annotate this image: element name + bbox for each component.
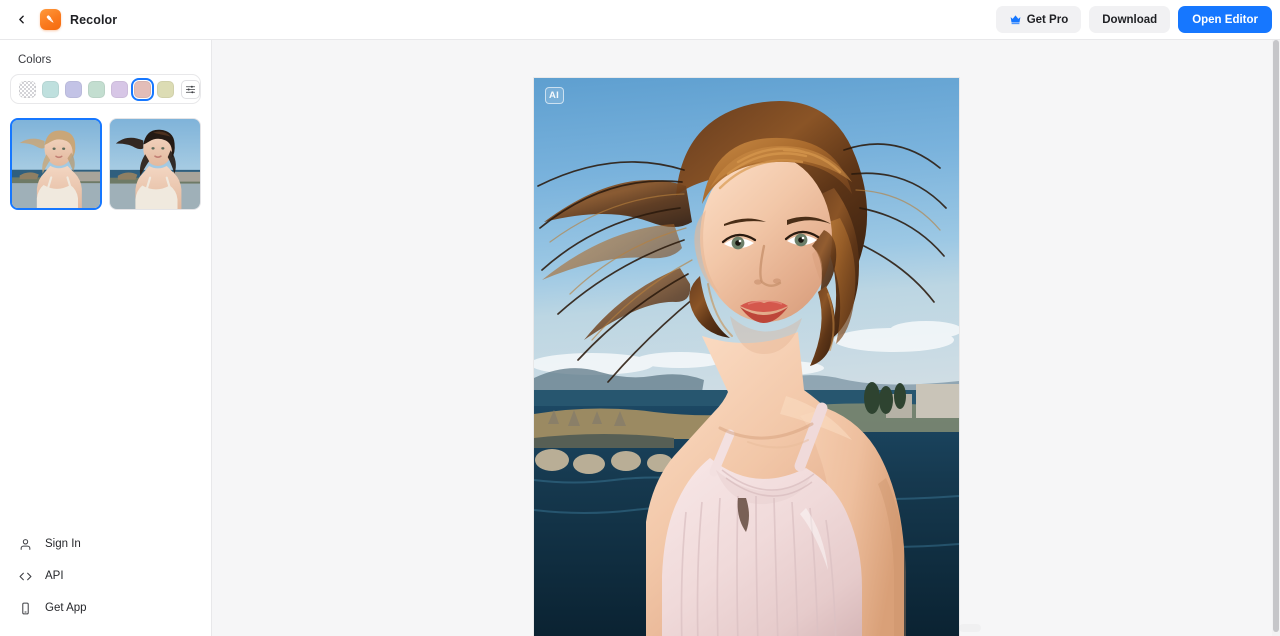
app-logo xyxy=(40,9,61,30)
colors-section-label: Colors xyxy=(18,54,52,66)
sidebar-item-label-api: API xyxy=(45,570,64,582)
crown-icon xyxy=(1010,15,1021,25)
thumbnail-image-dark xyxy=(110,119,200,209)
paint-brush-icon xyxy=(46,15,54,23)
thumbnail-variant-dark[interactable] xyxy=(109,118,201,210)
swatch-transparent[interactable] xyxy=(19,80,36,98)
variant-thumbnails xyxy=(0,104,211,210)
sidebar-item-api[interactable]: API xyxy=(0,560,211,592)
open-editor-label: Open Editor xyxy=(1192,13,1258,26)
swatch-pastel-teal[interactable] xyxy=(42,80,59,98)
color-swatch-bar xyxy=(10,74,201,104)
sidebar-footer: Sign In API Get App xyxy=(0,528,211,636)
get-pro-label: Get Pro xyxy=(1026,13,1069,26)
sidebar-item-label-get-app: Get App xyxy=(45,602,87,614)
header-actions: Get Pro Download Open Editor xyxy=(995,6,1272,33)
swatch-pastel-lilac[interactable] xyxy=(111,80,128,98)
chevron-left-icon xyxy=(18,15,24,24)
more-colors-button[interactable] xyxy=(181,79,200,99)
swatch-pastel-periwinkle[interactable] xyxy=(65,80,82,98)
user-icon xyxy=(18,538,32,551)
swatch-pastel-rose[interactable] xyxy=(130,77,155,101)
code-icon xyxy=(18,570,32,583)
portrait-illustration xyxy=(533,78,959,636)
app-body: Colors Sign In API Get App AI xyxy=(0,40,1280,636)
sidebar-item-get-app[interactable]: Get App xyxy=(0,592,211,624)
recolor-app: Recolor Get Pro Download Open Editor Col… xyxy=(0,0,1280,636)
swatch-pastel-khaki[interactable] xyxy=(157,80,174,98)
page-scrollbar-track[interactable] xyxy=(1272,40,1280,636)
download-label: Download xyxy=(1102,13,1158,26)
get-pro-button[interactable]: Get Pro xyxy=(995,6,1082,33)
thumbnail-image-blonde xyxy=(12,120,100,208)
mobile-icon xyxy=(18,602,32,615)
ai-badge: AI xyxy=(544,87,564,104)
thumbnail-variant-blonde[interactable] xyxy=(10,118,102,210)
app-header: Recolor Get Pro Download Open Editor xyxy=(0,0,1280,40)
brand: Recolor xyxy=(40,9,117,30)
page-scrollbar-thumb[interactable] xyxy=(1273,40,1279,632)
open-editor-button[interactable]: Open Editor xyxy=(1178,6,1272,33)
download-button[interactable]: Download xyxy=(1089,6,1171,33)
main-image[interactable]: AI xyxy=(533,78,959,636)
brand-name: Recolor xyxy=(70,12,118,27)
sliders-icon xyxy=(185,85,196,93)
canvas-bottom-marker xyxy=(959,624,981,632)
canvas-area: AI xyxy=(212,40,1280,636)
back-button[interactable] xyxy=(10,9,32,31)
sidebar-item-label-sign-in: Sign In xyxy=(45,538,81,550)
sidebar: Colors Sign In API Get App xyxy=(0,40,212,636)
sidebar-item-sign-in[interactable]: Sign In xyxy=(0,528,211,560)
swatch-pastel-mint[interactable] xyxy=(88,80,105,98)
